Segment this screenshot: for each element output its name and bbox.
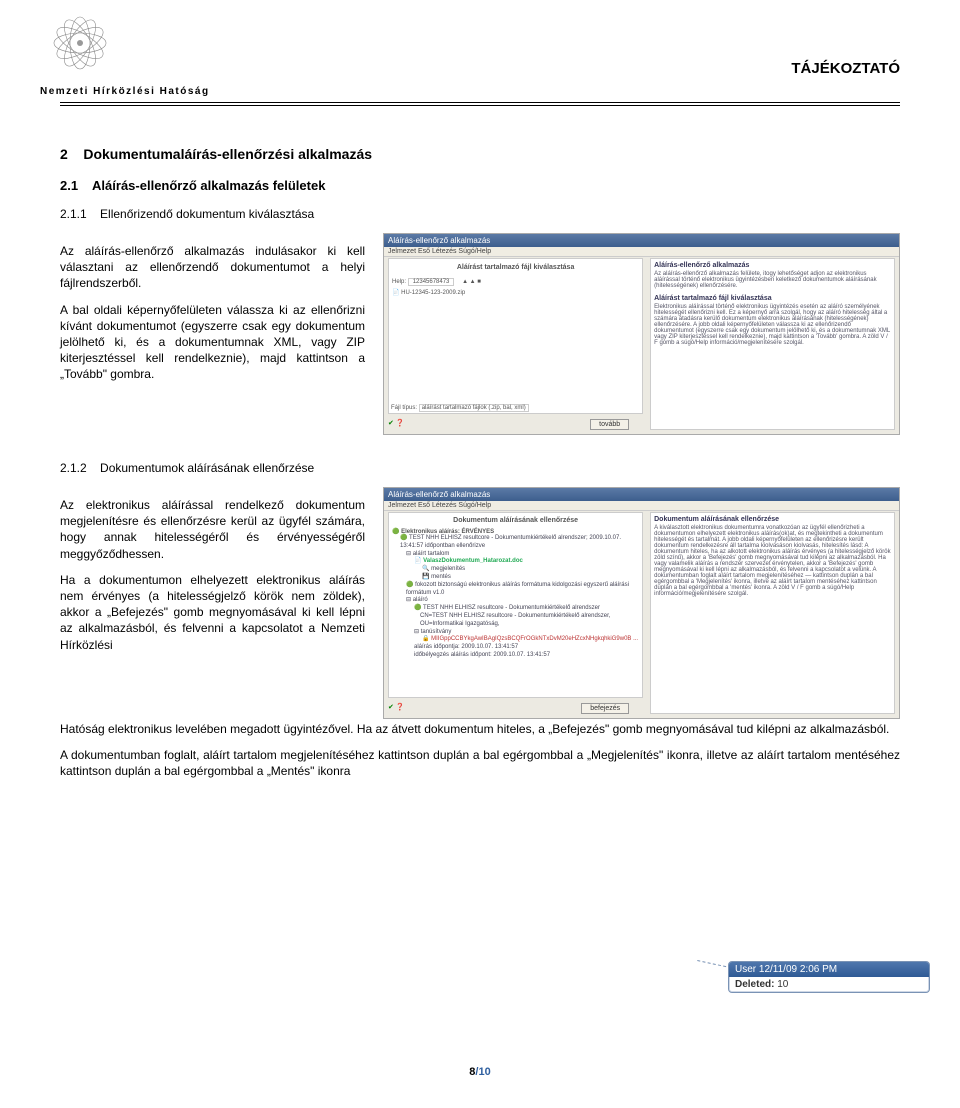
paragraph: Hatóság elektronikus levelében megadott … xyxy=(60,721,900,737)
faq-icon[interactable]: ❓ xyxy=(396,704,405,711)
tree-item: TEST NHH ELHISZ resultcore - Dokumentumk… xyxy=(400,535,621,549)
tree-item: aláírás időpontja: 2009.10.07. 13:41:57 xyxy=(414,644,518,650)
panel-heading: Aláírást tartalmazó fájl kiválasztása xyxy=(392,262,639,273)
agency-name: Nemzeti Hírközlési Hatóság xyxy=(40,86,210,97)
comment-header: User 12/11/09 2:06 PM xyxy=(729,962,929,977)
help-label: Help: xyxy=(392,279,406,285)
screenshot-file-select: Aláírás-ellenőrző alkalmazás Jelmezet Es… xyxy=(383,233,900,435)
tree-item: aláírt tartalom xyxy=(413,551,450,557)
app-menubar: Jelmezet Eső Létezés Súgó/Help xyxy=(384,501,899,511)
section-number: 2.1.2 xyxy=(60,461,87,475)
help-value: 12345678473 xyxy=(408,278,455,286)
page-number: 8/10 xyxy=(0,1066,960,1078)
tree-item: tanúsítvány xyxy=(421,629,452,635)
section-title: Aláírás-ellenőrző alkalmazás felületek xyxy=(92,178,325,193)
right-panel-text: A kiválasztott elektronikus dokumentumra… xyxy=(654,525,891,597)
tree-item: TEST NHH ELHISZ resultcore - Dokumentumk… xyxy=(423,605,600,611)
right-panel-heading: Dokumentum aláírásának ellenőrzése xyxy=(654,516,779,523)
next-button[interactable]: tovább xyxy=(590,419,629,430)
paragraph: Az elektronikus aláírással rendelkező do… xyxy=(60,497,365,562)
right-panel-text: Az aláírás-ellenőrző alkalmazás felülete… xyxy=(654,271,891,289)
section-212-heading: 2.1.2 Dokumentumok aláírásának ellenőrzé… xyxy=(60,461,900,475)
breadcrumb-up-icon[interactable]: ▲ ▲ ■ xyxy=(462,279,481,285)
paragraph: Ha a dokumentumon elhelyezett elektronik… xyxy=(60,572,365,653)
file-entry[interactable]: HU-12345-123-2009.zip xyxy=(401,290,465,296)
section-211-heading: 2.1.1 Ellenőrizendő dokumentum kiválaszt… xyxy=(60,207,900,221)
app-titlebar: Aláírás-ellenőrző alkalmazás xyxy=(384,488,899,501)
section-title: Dokumentumaláírás-ellenőrzési alkalmazás xyxy=(83,146,372,162)
app-titlebar: Aláírás-ellenőrző alkalmazás xyxy=(384,234,899,247)
right-panel-subhead: Aláírást tartalmazó fájl kiválasztása xyxy=(654,295,891,302)
panel-heading: Dokumentum aláírásának ellenőrzése xyxy=(392,516,639,525)
tree-item: CN=TEST NHH ELHISZ resultcore - Dokument… xyxy=(420,613,610,627)
section-number: 2 xyxy=(60,146,68,162)
paragraph: A bal oldali képernyőfelületen válassza … xyxy=(60,302,365,383)
section-21-heading: 2.1 Aláírás-ellenőrző alkalmazás felület… xyxy=(60,178,900,193)
screenshot-sign-verify: Aláírás-ellenőrző alkalmazás Jelmezet Es… xyxy=(383,487,900,719)
section-2-heading: 2 Dokumentumaláírás-ellenőrzési alkalmaz… xyxy=(60,146,900,162)
app-menubar: Jelmezet Eső Létezés Súgó/Help xyxy=(384,247,899,257)
paragraph: Az aláírás-ellenőrző alkalmazás indulása… xyxy=(60,243,365,292)
tree-item: aláíró xyxy=(413,597,428,603)
tree-item: fokozott biztonságú elektronikus aláírás… xyxy=(406,582,629,596)
finish-button[interactable]: befejezés xyxy=(581,703,629,714)
agency-logo: Nemzeti Hírközlési Hatóság xyxy=(40,15,210,97)
tree-doc[interactable]: ValaszDokumentum_Hatarozat.doc xyxy=(423,558,523,564)
filetype-value: aláírást tartalmazó fájlok (.zip, bal, x… xyxy=(419,404,529,412)
faq-icon[interactable]: ❓ xyxy=(396,420,405,427)
review-comment: User 12/11/09 2:06 PM Deleted: 10 xyxy=(728,961,930,993)
right-panel-heading: Aláírás-ellenőrző alkalmazás xyxy=(654,262,749,269)
section-title: Ellenőrizendő dokumentum kiválasztása xyxy=(100,207,314,221)
tree-cert: MIIGppCCBYkgAwIBAgIQzsBCQFrOGkNTxDvM20eH… xyxy=(431,636,638,642)
filetype-label: Fájl típus: xyxy=(391,405,417,411)
comment-body: Deleted: 10 xyxy=(729,977,929,992)
help-icon[interactable]: ✔ xyxy=(388,704,394,711)
tree-save[interactable]: mentés xyxy=(431,574,451,580)
help-icon[interactable]: ✔ xyxy=(388,420,394,427)
tree-show[interactable]: megjelenítés xyxy=(431,566,465,572)
section-number: 2.1.1 xyxy=(60,207,87,221)
paragraph: A dokumentumban foglalt, aláírt tartalom… xyxy=(60,747,900,779)
section-number: 2.1 xyxy=(60,178,78,193)
section-title: Dokumentumok aláírásának ellenőrzése xyxy=(100,461,314,475)
doc-type: TÁJÉKOZTATÓ xyxy=(791,60,900,77)
tree-item: időbélyegzés aláírás időpont: 2009.10.07… xyxy=(414,652,550,658)
right-panel-text: Elektronikus aláírással történő elektron… xyxy=(654,304,891,346)
